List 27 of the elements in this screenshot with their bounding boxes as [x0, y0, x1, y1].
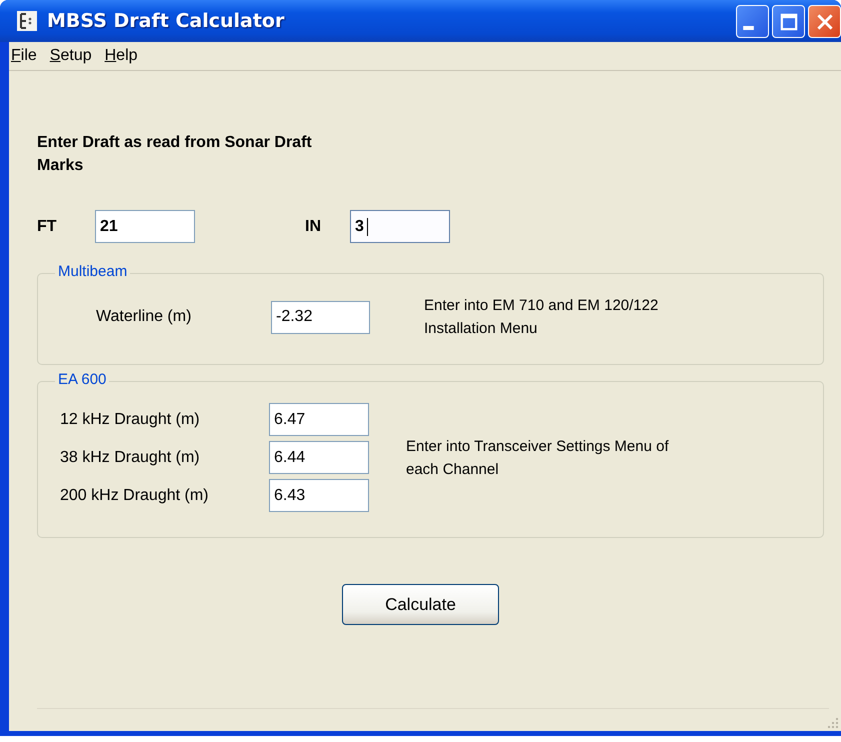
field-label: FT [37, 218, 58, 236]
app-icon [17, 11, 37, 31]
resize-grip-icon[interactable] [827, 717, 839, 729]
field-label: 12 kHz Draught (m) [60, 410, 201, 428]
close-button[interactable] [808, 5, 841, 38]
input-field[interactable]: 6.43 [269, 479, 369, 512]
note-text: Enter into Transceiver Settings Menu of each Channel [406, 436, 670, 480]
instruction-text: Enter Draft as read from Sonar Draft Marks [37, 133, 313, 176]
minimize-button[interactable] [736, 5, 769, 38]
input-field[interactable]: 6.47 [269, 403, 369, 436]
input-field[interactable]: 3 [350, 210, 450, 243]
field-label: IN [305, 218, 322, 236]
field-label: 38 kHz Draught (m) [60, 448, 201, 466]
calculate-button[interactable]: Calculate [342, 584, 499, 625]
menu-item[interactable]: Setup [50, 47, 92, 65]
field-label: 200 kHz Draught (m) [60, 486, 210, 504]
input-field[interactable]: 21 [95, 210, 195, 243]
note-text: Enter into EM 710 and EM 120/122 Installation Menu [424, 296, 660, 339]
window-title: MBSS Draft Calculator [47, 10, 286, 32]
minimize-icon [743, 26, 754, 30]
menu-item[interactable]: Help [104, 47, 138, 65]
text-cursor [367, 218, 368, 236]
menu-item[interactable]: File [11, 47, 37, 65]
input-field[interactable]: 6.44 [269, 441, 369, 474]
maximize-button[interactable] [772, 5, 805, 38]
field-label: Waterline (m) [96, 308, 192, 326]
input-field[interactable]: -2.32 [271, 300, 370, 334]
